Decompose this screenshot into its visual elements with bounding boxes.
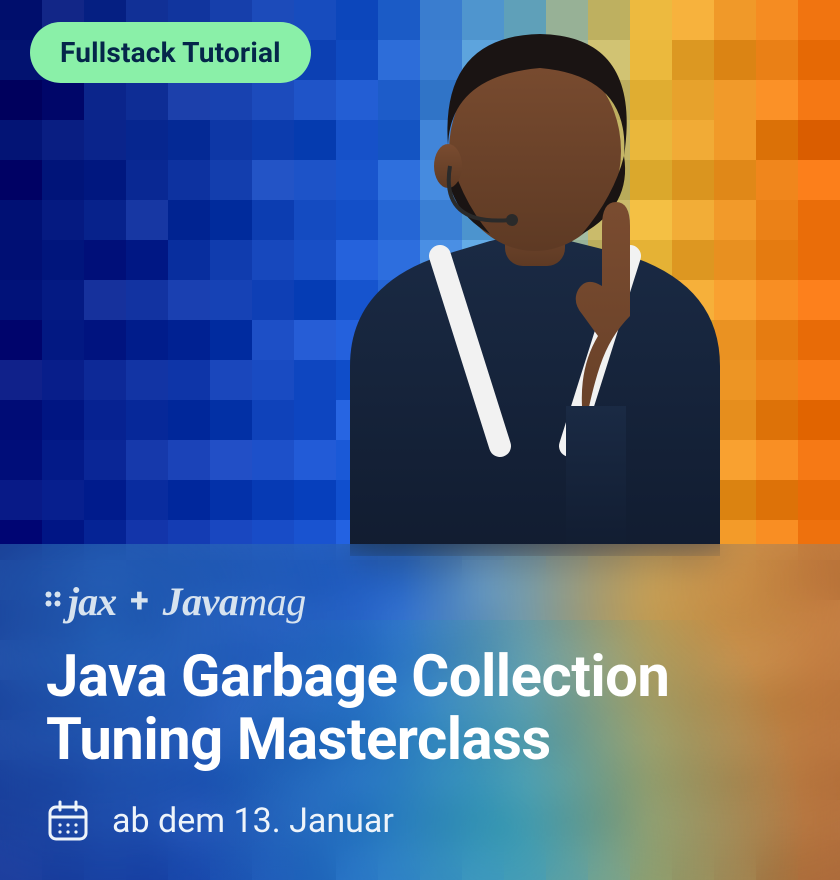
brand-javamag-mag: mag [238, 579, 305, 624]
brand-javamag-logo: Javamag [163, 578, 306, 625]
course-title: Java Garbage Collection Tuning Mastercla… [46, 646, 800, 771]
category-badge: Fullstack Tutorial [30, 22, 311, 83]
brand-javamag-java: Java [163, 579, 239, 624]
calendar-icon [46, 799, 90, 843]
info-panel: jax + Javamag Java Garbage Collection Tu… [0, 544, 840, 880]
brand-plus: + [130, 581, 149, 621]
brand-jax-logo: jax [46, 578, 116, 625]
date-row: ab dem 13. Januar [46, 799, 800, 843]
brand-row: jax + Javamag [46, 578, 800, 624]
category-badge-label: Fullstack Tutorial [60, 36, 281, 69]
start-date-text: ab dem 13. Januar [112, 801, 394, 841]
promo-card: Fullstack Tutorial [0, 0, 840, 880]
